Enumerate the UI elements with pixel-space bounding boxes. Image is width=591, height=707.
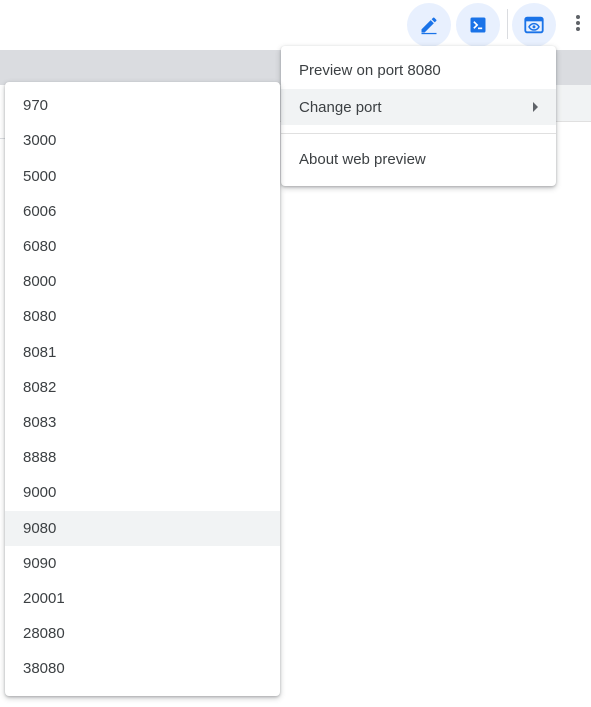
- port-label: 8000: [23, 273, 57, 290]
- top-toolbar: [0, 0, 591, 50]
- preview-on-port-item[interactable]: Preview on port 8080: [281, 53, 556, 88]
- port-option[interactable]: 3000: [5, 123, 280, 158]
- port-option[interactable]: 6006: [5, 194, 280, 229]
- port-option[interactable]: 9080: [5, 511, 280, 546]
- port-option[interactable]: 8083: [5, 405, 280, 440]
- more-options-button[interactable]: [566, 12, 590, 38]
- port-label: 28080: [23, 625, 65, 642]
- port-label: 8081: [23, 344, 57, 361]
- pencil-icon: [419, 15, 439, 35]
- port-label: 8082: [23, 379, 57, 396]
- port-label: 5000: [23, 168, 57, 185]
- port-label: 3000: [23, 132, 57, 149]
- port-label: 8888: [23, 449, 57, 466]
- port-label: 6006: [23, 203, 57, 220]
- port-label: 20001: [23, 590, 65, 607]
- port-option[interactable]: 9090: [5, 546, 280, 581]
- port-option[interactable]: 38080: [5, 651, 280, 686]
- port-option[interactable]: 28080: [5, 616, 280, 651]
- port-label: 9080: [23, 520, 57, 537]
- terminal-icon: [468, 15, 488, 35]
- about-web-preview-item[interactable]: About web preview: [281, 142, 556, 177]
- port-option[interactable]: 8000: [5, 264, 280, 299]
- port-label: 9000: [23, 484, 57, 501]
- port-option[interactable]: 8081: [5, 335, 280, 370]
- port-option[interactable]: 970: [5, 88, 280, 123]
- menu-item-label: About web preview: [299, 151, 426, 168]
- port-option[interactable]: 8888: [5, 440, 280, 475]
- menu-item-label: Preview on port 8080: [299, 62, 441, 79]
- menu-divider: [281, 133, 556, 134]
- port-label: 9090: [23, 555, 57, 572]
- port-option[interactable]: 6080: [5, 229, 280, 264]
- port-option[interactable]: 9000: [5, 475, 280, 510]
- port-label: 6080: [23, 238, 57, 255]
- change-port-submenu: 970 3000 5000 6006 6080 8000 8080 8081 8…: [5, 82, 280, 696]
- port-label: 8083: [23, 414, 57, 431]
- toolbar-separator: [507, 9, 508, 39]
- port-label: 38080: [23, 660, 65, 677]
- port-label: 8080: [23, 308, 57, 325]
- submenu-arrow-icon: [533, 102, 538, 112]
- more-vert-icon: [575, 14, 581, 37]
- menu-item-label: Change port: [299, 98, 382, 116]
- port-option[interactable]: 8080: [5, 299, 280, 334]
- open-terminal-button[interactable]: [456, 3, 500, 47]
- port-option[interactable]: 5000: [5, 159, 280, 194]
- port-option[interactable]: 20001: [5, 581, 280, 616]
- web-preview-icon: [523, 14, 545, 36]
- web-preview-menu: Preview on port 8080 Change port About w…: [281, 46, 556, 186]
- change-port-item[interactable]: Change port: [281, 89, 556, 125]
- port-option[interactable]: 8082: [5, 370, 280, 405]
- web-preview-button[interactable]: [512, 3, 556, 47]
- port-label: 970: [23, 97, 49, 114]
- open-editor-button[interactable]: [407, 3, 451, 47]
